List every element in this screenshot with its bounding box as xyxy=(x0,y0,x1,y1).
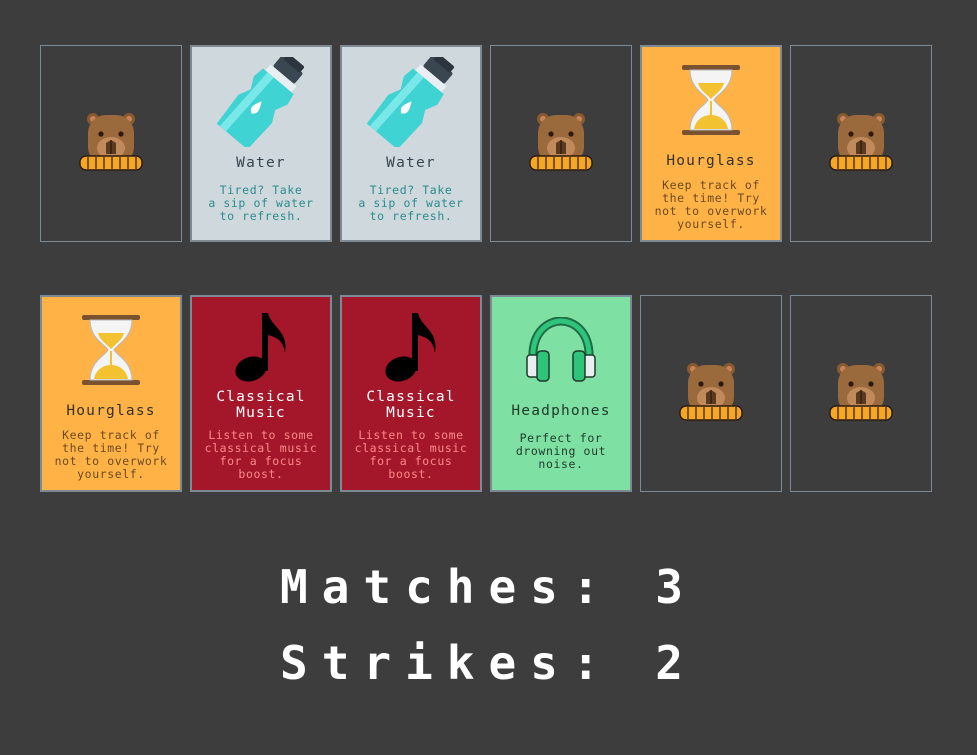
music-note-icon xyxy=(192,309,330,385)
capybara-icon xyxy=(41,110,181,172)
card-title: Hourglass xyxy=(66,403,156,419)
card-hourglass[interactable]: Hourglass Keep track of the time! Try not … xyxy=(640,45,782,242)
capybara-icon xyxy=(791,360,931,422)
hourglass-icon xyxy=(642,63,780,137)
water-bottle-icon xyxy=(192,57,330,147)
card-description: Listen to some classical music for a focus… xyxy=(354,428,468,481)
matches-value: 3 xyxy=(655,560,697,614)
strikes-value: 2 xyxy=(655,636,697,690)
card-title: Water xyxy=(386,155,436,171)
water-bottle-icon xyxy=(342,57,480,147)
capybara-icon xyxy=(641,360,781,422)
card-description: Keep track of the time! Try not to overwor… xyxy=(654,178,768,231)
music-note-icon xyxy=(342,309,480,385)
card-description: Perfect for drowning out noise. xyxy=(515,431,607,471)
card-facedown[interactable] xyxy=(490,45,632,242)
capybara-icon xyxy=(791,110,931,172)
card-title: Headphones xyxy=(511,403,611,419)
card-title: Water xyxy=(236,155,286,171)
card-classical-music[interactable]: Classical Music Listen to some classical m… xyxy=(340,295,482,492)
card-title: Hourglass xyxy=(666,153,756,169)
card-facedown[interactable] xyxy=(640,295,782,492)
card-facedown[interactable] xyxy=(790,295,932,492)
card-description: Listen to some classical music for a focus… xyxy=(204,428,318,481)
card-classical-music[interactable]: Classical Music Listen to some classical m… xyxy=(190,295,332,492)
card-headphones[interactable]: Headphones Perfect for drowning out noise. xyxy=(490,295,632,492)
card-title: Classical Music xyxy=(216,389,306,421)
card-description: Tired? Take a sip of water to refresh. xyxy=(358,183,464,223)
hourglass-icon xyxy=(42,313,180,387)
capybara-icon xyxy=(491,110,631,172)
card-hourglass[interactable]: Hourglass Keep track of the time! Try not … xyxy=(40,295,182,492)
headphones-icon xyxy=(492,317,630,383)
matches-counter: Matches: 3 xyxy=(0,560,977,614)
card-description: Tired? Take a sip of water to refresh. xyxy=(208,183,314,223)
card-title: Classical Music xyxy=(366,389,456,421)
card-water[interactable]: Water Tired? Take a sip of water to refres… xyxy=(340,45,482,242)
strikes-label: Strikes: xyxy=(280,636,614,690)
card-description: Keep track of the time! Try not to overwor… xyxy=(54,428,168,481)
card-water[interactable]: Water Tired? Take a sip of water to refres… xyxy=(190,45,332,242)
card-facedown[interactable] xyxy=(790,45,932,242)
matches-label: Matches: xyxy=(280,560,614,614)
strikes-counter: Strikes: 2 xyxy=(0,636,977,690)
card-facedown[interactable] xyxy=(40,45,182,242)
